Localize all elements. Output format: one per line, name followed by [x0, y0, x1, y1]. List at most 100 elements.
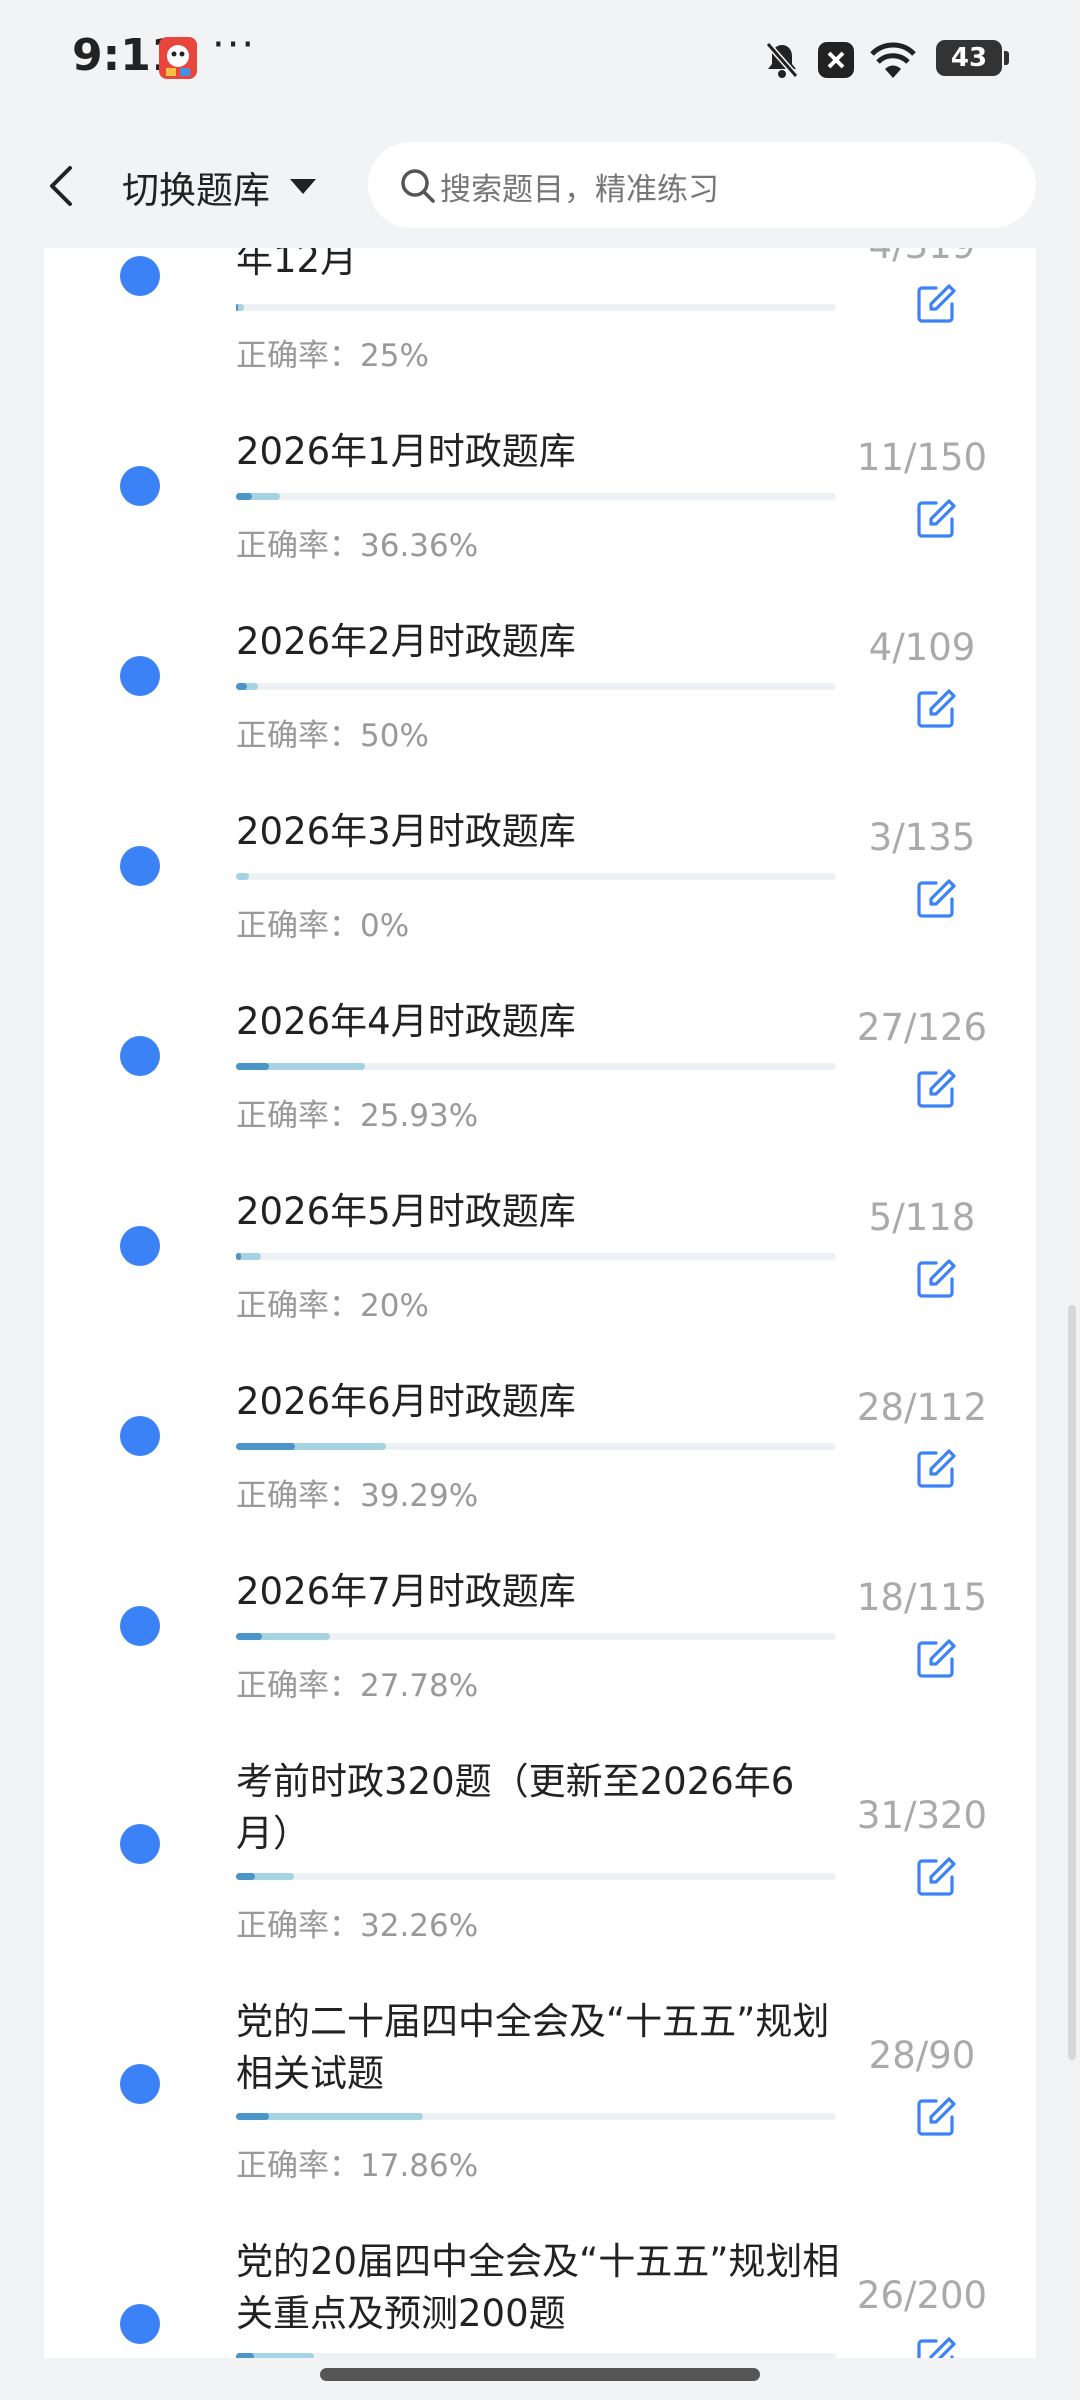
list-item[interactable]: 党的20届四中全会及“十五五”规划相关重点及预测200题 正确率： 26/200	[44, 2220, 1036, 2358]
list-item[interactable]: 2026年6月时政题库 正确率：39.29% 28/112	[44, 1360, 1036, 1550]
search-input[interactable]: 搜索题目，精准练习	[368, 142, 1036, 228]
item-title: 党的20届四中全会及“十五五”规划相关重点及预测200题	[236, 2240, 840, 2335]
edit-icon[interactable]	[914, 1067, 958, 1111]
progress-count: 27/126	[856, 1006, 988, 1049]
status-dot	[120, 2064, 160, 2104]
progress-bar	[236, 1063, 836, 1070]
scrollbar[interactable]	[1068, 1305, 1076, 2060]
top-bar: 切换题库 搜索题目，精准练习	[0, 118, 1080, 248]
progress-count: 11/150	[856, 436, 988, 479]
edit-icon[interactable]	[914, 687, 958, 731]
progress-correct	[236, 1443, 295, 1450]
list-item[interactable]: 党的二十届四中全会及“十五五”规划相关试题 正确率：17.86% 28/90	[44, 1980, 1036, 2220]
list-item[interactable]: 2026年4月时政题库 正确率：25.93% 27/126	[44, 980, 1036, 1170]
status-dot	[120, 846, 160, 886]
edit-icon[interactable]	[914, 1855, 958, 1899]
progress-bar	[236, 683, 836, 690]
accuracy-text: 正确率：20%	[236, 1288, 429, 1324]
progress-count: 26/200	[856, 2274, 988, 2317]
progress-correct	[236, 1873, 255, 1880]
wifi-icon	[870, 42, 916, 78]
edit-icon[interactable]	[914, 282, 958, 326]
status-dot	[120, 256, 160, 296]
item-title: 2026年2月时政题库	[236, 620, 576, 663]
list-item[interactable]: 年12月 正确率：25% 4/319	[44, 248, 1036, 403]
accuracy-text: 正确率：17.86%	[236, 2148, 479, 2184]
accuracy-text: 正确率：39.29%	[236, 1478, 479, 1514]
accuracy-text: 正确率：27.78%	[236, 1668, 479, 1704]
accuracy-text: 正确率：25%	[236, 338, 429, 374]
item-title: 党的二十届四中全会及“十五五”规划相关试题	[236, 2000, 830, 2095]
item-title: 2026年4月时政题库	[236, 1000, 576, 1043]
battery-indicator: 43	[936, 40, 1009, 76]
question-bank-list: 年12月 正确率：25% 4/319 2026年1月时政题库 正确率：36.36…	[44, 248, 1036, 2358]
progress-bar	[236, 2353, 836, 2358]
edit-icon[interactable]	[914, 877, 958, 921]
status-dot	[120, 1036, 160, 1076]
progress-bar	[236, 1443, 836, 1450]
progress-correct	[236, 2113, 270, 2120]
progress-count: 18/115	[856, 1576, 988, 1619]
progress-correct	[236, 1633, 263, 1640]
list-item[interactable]: 考前时政320题（更新至2026年6月） 正确率：32.26% 31/320	[44, 1740, 1036, 1980]
progress-bar	[236, 493, 836, 500]
edit-icon[interactable]	[914, 497, 958, 541]
status-dot	[120, 1606, 160, 1646]
app-notification-icon	[159, 37, 197, 79]
item-title: 2026年3月时政题库	[236, 810, 576, 853]
progress-correct	[236, 1063, 270, 1070]
edit-icon[interactable]	[914, 1257, 958, 1301]
progress-bar	[236, 873, 836, 880]
item-title: 2026年7月时政题库	[236, 1570, 576, 1613]
item-title: 2026年5月时政题库	[236, 1190, 576, 1233]
status-dot	[120, 1416, 160, 1456]
status-more-icon: ···	[212, 22, 257, 68]
status-dot	[120, 656, 160, 696]
progress-done	[236, 873, 250, 880]
status-dot	[120, 1824, 160, 1864]
progress-count: 28/112	[856, 1386, 988, 1429]
search-placeholder: 搜索题目，精准练习	[440, 172, 719, 208]
progress-bar	[236, 2113, 836, 2120]
progress-correct	[236, 683, 247, 690]
back-arrow-icon[interactable]	[42, 160, 82, 212]
accuracy-text: 正确率：25.93%	[236, 1098, 479, 1134]
item-title: 年12月	[236, 248, 358, 281]
progress-correct	[236, 1253, 242, 1260]
progress-correct	[236, 2353, 254, 2358]
list-item[interactable]: 2026年1月时政题库 正确率：36.36% 11/150	[44, 410, 1036, 600]
item-title: 考前时政320题（更新至2026年6月）	[236, 1760, 795, 1855]
progress-bar	[236, 1873, 836, 1880]
mute-bell-icon	[765, 42, 799, 78]
progress-bar	[236, 304, 836, 311]
progress-count: 31/320	[856, 1794, 988, 1837]
status-dot	[120, 2304, 160, 2344]
home-indicator[interactable]	[320, 2368, 760, 2381]
item-title: 2026年6月时政题库	[236, 1380, 576, 1423]
search-icon	[401, 169, 435, 203]
status-icons: 43	[762, 40, 1009, 80]
edit-icon[interactable]	[914, 1447, 958, 1491]
progress-correct	[236, 304, 238, 311]
status-dot	[120, 1226, 160, 1266]
accuracy-text: 正确率：36.36%	[236, 528, 479, 564]
sim-off-icon	[818, 42, 854, 78]
list-item[interactable]: 2026年3月时政题库 正确率：0% 3/135	[44, 790, 1036, 980]
accuracy-text: 正确率：0%	[236, 908, 410, 944]
progress-count: 3/135	[868, 816, 976, 859]
progress-count: 5/118	[868, 1196, 976, 1239]
accuracy-text: 正确率：32.26%	[236, 1908, 479, 1944]
edit-icon[interactable]	[914, 2095, 958, 2139]
caret-down-icon[interactable]	[288, 176, 318, 196]
switch-bank-title[interactable]: 切换题库	[122, 160, 270, 214]
edit-icon[interactable]	[914, 2335, 958, 2358]
progress-count: 28/90	[868, 2034, 976, 2077]
list-item[interactable]: 2026年7月时政题库 正确率：27.78% 18/115	[44, 1550, 1036, 1740]
list-item[interactable]: 2026年2月时政题库 正确率：50% 4/109	[44, 600, 1036, 790]
progress-count: 4/109	[868, 626, 976, 669]
list-item[interactable]: 2026年5月时政题库 正确率：20% 5/118	[44, 1170, 1036, 1360]
progress-bar	[236, 1633, 836, 1640]
status-dot	[120, 466, 160, 506]
progress-bar	[236, 1253, 836, 1260]
edit-icon[interactable]	[914, 1637, 958, 1681]
